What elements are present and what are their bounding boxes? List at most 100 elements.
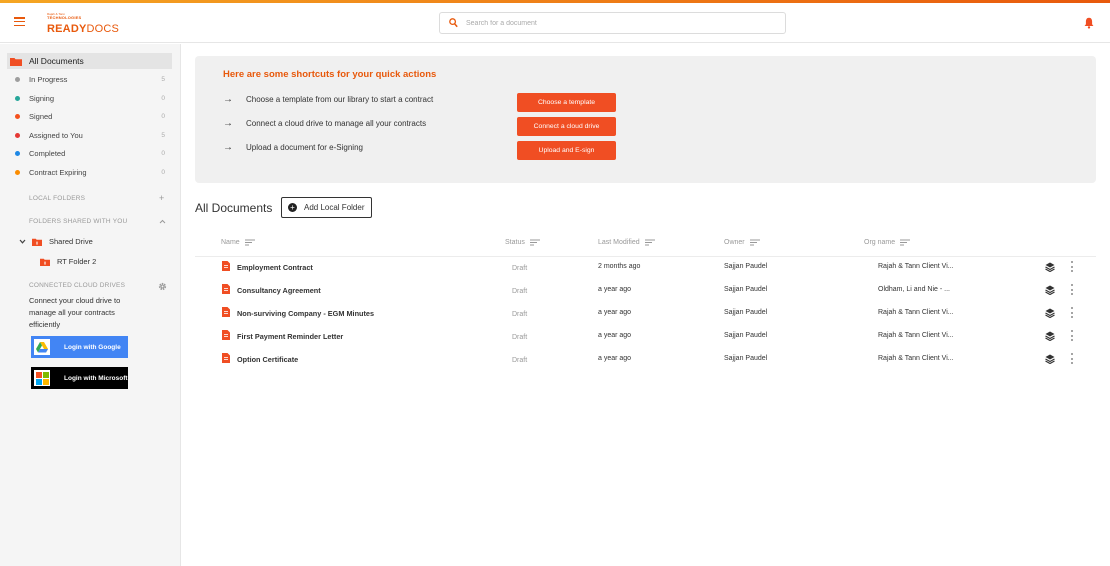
local-folders-header: LOCAL FOLDERS bbox=[29, 195, 86, 202]
shortcut-row: → Choose a template from our library to … bbox=[223, 94, 434, 105]
app-header: Rajah & Tann TECHNOLOGIES READYDOCS bbox=[0, 3, 1110, 43]
add-local-folder-icon[interactable]: + bbox=[159, 193, 164, 203]
logo[interactable]: Rajah & Tann TECHNOLOGIES READYDOCS bbox=[47, 13, 119, 36]
last-modified-text: a year ago bbox=[598, 355, 632, 362]
status-dot bbox=[15, 132, 20, 138]
document-icon bbox=[222, 353, 230, 363]
status-dot bbox=[15, 113, 20, 119]
org-name-text: Rajah & Tann Client Vi... bbox=[878, 309, 954, 316]
document-name-link[interactable]: Employment Contract bbox=[237, 263, 313, 272]
more-options-icon[interactable] bbox=[1069, 307, 1075, 318]
owner-text: Sajjan Paudel bbox=[724, 263, 768, 270]
tree-item-shared-drive[interactable]: Shared Drive bbox=[19, 237, 93, 246]
search-icon bbox=[449, 18, 458, 28]
google-drive-icon bbox=[34, 339, 50, 355]
column-header-org-name[interactable]: Org name bbox=[864, 239, 911, 246]
document-name-link[interactable]: Option Certificate bbox=[237, 355, 298, 364]
cloud-drives-header: CONNECTED CLOUD DRIVES bbox=[29, 282, 126, 289]
more-options-icon[interactable] bbox=[1069, 330, 1075, 341]
sidebar-item-assigned-to-you[interactable]: Assigned to You 5 bbox=[0, 127, 181, 143]
document-icon bbox=[222, 284, 230, 294]
shortcuts-panel: Here are some shortcuts for your quick a… bbox=[195, 56, 1096, 183]
document-name-link[interactable]: First Payment Reminder Letter bbox=[237, 332, 343, 341]
table-row[interactable]: Option Certificate Draft a year ago Sajj… bbox=[195, 349, 1096, 372]
chevron-down-icon[interactable] bbox=[19, 239, 26, 244]
layers-icon[interactable] bbox=[1045, 354, 1055, 364]
table-row[interactable]: Consultancy Agreement Draft a year ago S… bbox=[195, 280, 1096, 303]
owner-text: Sajjan Paudel bbox=[724, 309, 768, 316]
gear-icon[interactable] bbox=[158, 282, 167, 291]
sidebar-item-completed[interactable]: Completed 0 bbox=[0, 145, 181, 161]
document-icon bbox=[222, 261, 230, 271]
more-options-icon[interactable] bbox=[1069, 353, 1075, 364]
status-dot bbox=[15, 169, 20, 175]
table-row[interactable]: First Payment Reminder Letter Draft a ye… bbox=[195, 326, 1096, 349]
shortcuts-title: Here are some shortcuts for your quick a… bbox=[223, 69, 437, 80]
sidebar: All Documents In Progress 5 Signing 0 Si… bbox=[0, 44, 181, 566]
sidebar-item-all-documents[interactable]: All Documents bbox=[7, 53, 172, 69]
folder-icon bbox=[40, 258, 50, 266]
column-header-status[interactable]: Status bbox=[505, 239, 540, 246]
org-name-text: Rajah & Tann Client Vi... bbox=[878, 355, 954, 362]
sort-icon bbox=[749, 239, 760, 246]
tree-item-rt-folder-2[interactable]: RT Folder 2 bbox=[40, 257, 96, 266]
column-header-owner[interactable]: Owner bbox=[724, 239, 760, 246]
sidebar-item-contract-expiring[interactable]: Contract Expiring 0 bbox=[0, 164, 181, 180]
shortcut-row: → Connect a cloud drive to manage all yo… bbox=[223, 118, 427, 129]
status-dot bbox=[15, 150, 20, 156]
search-box[interactable] bbox=[439, 12, 786, 34]
bell-icon[interactable] bbox=[1084, 17, 1094, 29]
sort-icon bbox=[644, 239, 655, 246]
add-local-folder-button[interactable]: + Add Local Folder bbox=[281, 197, 372, 218]
layers-icon[interactable] bbox=[1045, 331, 1055, 341]
sort-icon bbox=[529, 239, 540, 246]
sort-icon bbox=[900, 239, 911, 246]
org-name-text: Oldham, Li and Nie - ... bbox=[878, 286, 950, 293]
choose-template-button[interactable]: Choose a template bbox=[517, 93, 616, 112]
menu-icon[interactable] bbox=[14, 17, 25, 27]
chevron-up-icon[interactable] bbox=[159, 219, 166, 224]
column-header-name[interactable]: Name bbox=[221, 239, 255, 246]
connect-cloud-drive-button[interactable]: Connect a cloud drive bbox=[517, 117, 616, 136]
document-icon bbox=[222, 330, 230, 340]
org-name-text: Rajah & Tann Client Vi... bbox=[878, 263, 954, 270]
shared-folders-header: FOLDERS SHARED WITH YOU bbox=[29, 218, 128, 225]
upload-esign-button[interactable]: Upload and E-sign bbox=[517, 141, 616, 160]
last-modified-text: a year ago bbox=[598, 332, 632, 339]
owner-text: Sajjan Paudel bbox=[724, 355, 768, 362]
owner-text: Sajjan Paudel bbox=[724, 332, 768, 339]
login-google-button[interactable]: Login with Google bbox=[31, 336, 128, 358]
table-row[interactable]: Employment Contract Draft 2 months ago S… bbox=[195, 257, 1096, 280]
document-name-link[interactable]: Non-surviving Company - EGM Minutes bbox=[237, 309, 374, 318]
owner-text: Sajjan Paudel bbox=[724, 286, 768, 293]
layers-icon[interactable] bbox=[1045, 285, 1055, 295]
status-text: Draft bbox=[512, 357, 528, 364]
status-text: Draft bbox=[512, 288, 528, 295]
more-options-icon[interactable] bbox=[1069, 261, 1075, 272]
shortcut-row: → Upload a document for e-Signing bbox=[223, 142, 363, 153]
cloud-drive-description: Connect your cloud drive to manage all y… bbox=[29, 296, 121, 329]
arrow-right-icon: → bbox=[223, 94, 233, 105]
last-modified-text: a year ago bbox=[598, 286, 632, 293]
status-text: Draft bbox=[512, 265, 528, 272]
document-name-link[interactable]: Consultancy Agreement bbox=[237, 286, 321, 295]
layers-icon[interactable] bbox=[1045, 308, 1055, 318]
layers-icon[interactable] bbox=[1045, 262, 1055, 272]
folder-icon bbox=[32, 238, 42, 246]
sidebar-item-in-progress[interactable]: In Progress 5 bbox=[0, 71, 181, 87]
sidebar-item-signing[interactable]: Signing 0 bbox=[0, 90, 181, 106]
arrow-right-icon: → bbox=[223, 142, 233, 153]
page-title: All Documents bbox=[195, 201, 273, 215]
more-options-icon[interactable] bbox=[1069, 284, 1075, 295]
status-dot bbox=[15, 76, 20, 82]
arrow-right-icon: → bbox=[223, 118, 233, 129]
last-modified-text: 2 months ago bbox=[598, 263, 641, 270]
search-input[interactable] bbox=[466, 16, 776, 31]
login-microsoft-button[interactable]: Login with Microsoft bbox=[31, 367, 128, 389]
status-text: Draft bbox=[512, 334, 528, 341]
sidebar-item-signed[interactable]: Signed 0 bbox=[0, 108, 181, 124]
status-dot bbox=[15, 95, 20, 101]
column-header-last-modified[interactable]: Last Modified bbox=[598, 239, 655, 246]
last-modified-text: a year ago bbox=[598, 309, 632, 316]
table-row[interactable]: Non-surviving Company - EGM Minutes Draf… bbox=[195, 303, 1096, 326]
